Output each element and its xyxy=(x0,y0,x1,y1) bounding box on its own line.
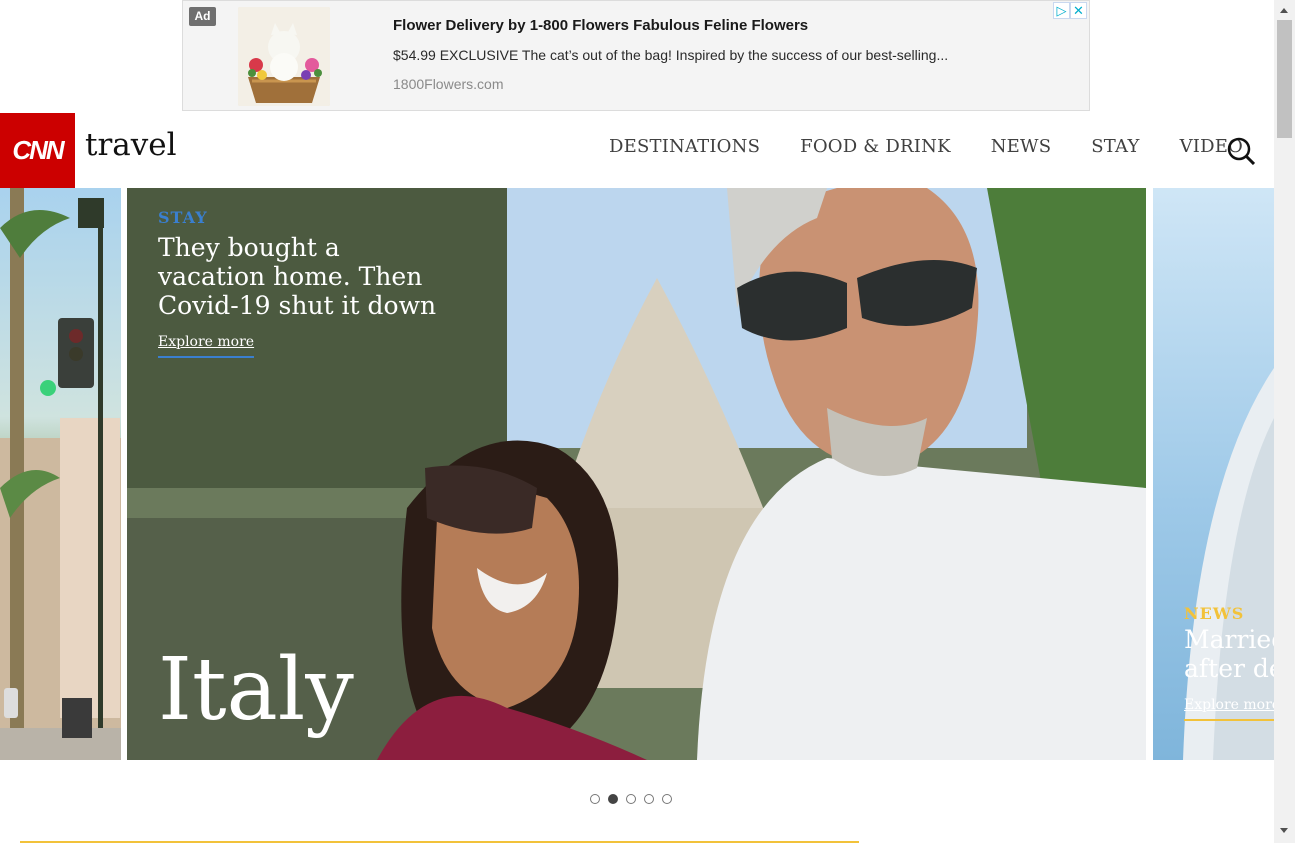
slide-kicker[interactable]: STAY xyxy=(158,208,438,227)
ad-url[interactable]: 1800Flowers.com xyxy=(393,76,504,92)
cnn-logo[interactable]: CNN xyxy=(0,113,75,188)
ad-title[interactable]: Flower Delivery by 1-800 Flowers Fabulou… xyxy=(393,17,808,34)
scroll-down-arrow-icon[interactable] xyxy=(1280,828,1288,833)
ad-badge: Ad xyxy=(189,7,216,26)
next-slide-headline-line1[interactable]: Married xyxy=(1184,625,1274,654)
carousel-dot-4[interactable] xyxy=(644,794,654,804)
nav-news[interactable]: NEWS xyxy=(991,136,1052,157)
carousel-dot-5[interactable] xyxy=(662,794,672,804)
carousel-dot-2[interactable] xyxy=(608,794,618,804)
nav-food-drink[interactable]: FOOD & DRINK xyxy=(800,136,951,157)
next-slide-kicker[interactable]: NEWS xyxy=(1184,604,1274,623)
carousel-next-slide[interactable]: NEWS Married after dec Explore more xyxy=(1153,188,1274,760)
ad-banner[interactable]: Ad Flower Delivery by 1-800 Flowers Fabu… xyxy=(182,0,1090,111)
main-slide-caption: STAY They bought a vacation home. Then C… xyxy=(158,208,438,358)
ad-choices-icon[interactable]: ▷ xyxy=(1053,2,1070,19)
section-title[interactable]: travel xyxy=(85,127,177,163)
next-slide-headline-line2[interactable]: after dec xyxy=(1184,654,1274,683)
carousel-dot-1[interactable] xyxy=(590,794,600,804)
page-scrollbar[interactable] xyxy=(1274,0,1295,843)
carousel-pagination xyxy=(590,794,672,804)
carousel-main-slide[interactable]: STAY They bought a vacation home. Then C… xyxy=(127,188,1146,760)
scrollbar-thumb[interactable] xyxy=(1277,20,1292,138)
carousel-prev-slide[interactable] xyxy=(0,188,121,760)
ad-description[interactable]: $54.99 EXCLUSIVE The cat’s out of the ba… xyxy=(393,47,948,63)
carousel-dot-3[interactable] xyxy=(626,794,636,804)
next-slide-caption: NEWS Married after dec Explore more xyxy=(1184,604,1274,721)
ad-thumbnail[interactable] xyxy=(238,7,330,106)
slide-headline[interactable]: They bought a vacation home. Then Covid-… xyxy=(158,233,438,320)
logo-text: CNN xyxy=(12,135,64,165)
ad-choices[interactable]: ▷ ✕ xyxy=(1053,2,1087,19)
main-nav: DESTINATIONS FOOD & DRINK NEWS STAY VIDE… xyxy=(609,136,1243,157)
nav-stay[interactable]: STAY xyxy=(1091,136,1139,157)
search-icon[interactable] xyxy=(1227,137,1256,166)
explore-more-link[interactable]: Explore more xyxy=(158,334,255,358)
destination-label: Italy xyxy=(158,640,354,740)
nav-destinations[interactable]: DESTINATIONS xyxy=(609,136,760,157)
close-icon[interactable]: ✕ xyxy=(1070,2,1087,19)
scroll-up-arrow-icon[interactable] xyxy=(1280,8,1288,13)
next-explore-more-link[interactable]: Explore more xyxy=(1184,697,1274,721)
